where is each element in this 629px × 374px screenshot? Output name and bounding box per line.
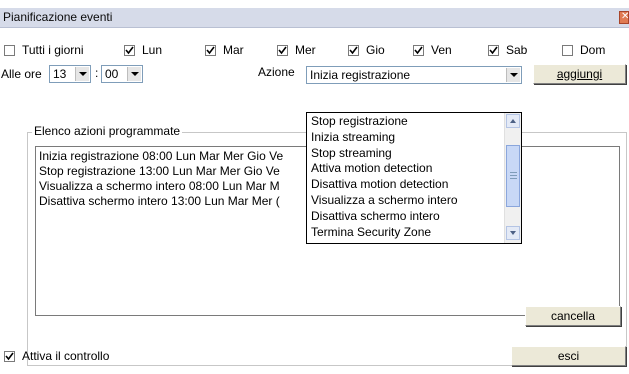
enable-control-label: Attiva il controllo [22, 349, 110, 363]
delete-button[interactable]: cancella [525, 306, 621, 326]
checkmark-icon [206, 46, 215, 55]
dropdown-option[interactable]: Disattiva motion detection [311, 177, 448, 191]
action-dropdown-arrow[interactable] [506, 68, 520, 82]
list-item[interactable]: Disattiva schermo intero 13:00 Lun Mar M… [39, 194, 280, 208]
close-icon: ✕ [621, 11, 629, 22]
dropdown-option[interactable]: Stop registrazione [311, 114, 408, 128]
dropdown-option[interactable]: Attiva motion detection [311, 161, 432, 175]
dropdown-scrollbar[interactable] [504, 113, 521, 243]
checkmark-icon [125, 46, 134, 55]
exit-button-label: esci [557, 349, 580, 363]
checkmark-icon [489, 46, 498, 55]
day-label: Gio [366, 43, 385, 57]
checkmark-icon [414, 46, 423, 55]
delete-button-label: cancella [550, 309, 596, 323]
chevron-down-icon [510, 231, 516, 235]
hour-select[interactable]: 13 [49, 65, 91, 83]
day-label: Ven [431, 43, 452, 57]
scroll-up-button[interactable] [506, 114, 520, 128]
day-label: Dom [580, 43, 606, 57]
enable-control-checkbox[interactable] [4, 351, 15, 362]
close-button[interactable]: ✕ [619, 11, 629, 24]
dropdown-option[interactable]: Stop streaming [311, 146, 392, 160]
day-checkbox[interactable] [413, 45, 424, 56]
day-checkbox[interactable] [488, 45, 499, 56]
action-selected-value: Inizia registrazione [310, 68, 411, 82]
checkmark-icon [349, 46, 358, 55]
chevron-up-icon [510, 119, 516, 123]
day-label: Lun [142, 43, 163, 57]
hour-dropdown-arrow[interactable] [75, 67, 89, 81]
minute-select[interactable]: 00 [101, 65, 143, 83]
hour-value: 13 [53, 67, 67, 81]
action-dropdown-list[interactable]: Stop registrazione Inizia streaming Stop s… [306, 112, 522, 244]
checkmark-icon [278, 46, 287, 55]
dropdown-option[interactable]: Disattiva schermo intero [311, 209, 440, 223]
scroll-down-button[interactable] [506, 226, 520, 240]
dropdown-option[interactable]: Termina Security Zone [311, 225, 431, 239]
day-label: Mer [295, 43, 316, 57]
scroll-thumb[interactable] [506, 145, 520, 207]
day-label: Mar [223, 43, 244, 57]
chevron-down-icon [79, 72, 87, 76]
add-button-label: aggiungi [556, 67, 603, 81]
action-select[interactable]: Inizia registrazione [306, 66, 522, 84]
checkmark-icon [5, 352, 14, 361]
time-separator: : [95, 66, 99, 80]
dropdown-option[interactable]: Visualizza a schermo intero [311, 193, 458, 207]
add-button[interactable]: aggiungi [533, 64, 626, 84]
day-label: Tutti i giorni [22, 43, 84, 57]
day-checkbox[interactable] [562, 45, 573, 56]
day-checkbox[interactable] [277, 45, 288, 56]
chevron-down-icon [131, 72, 139, 76]
dropdown-option[interactable]: Inizia streaming [311, 130, 395, 144]
dialog-body: Tutti i giorni Lun Mar Mer Gio Ven Sab Dom Alle… [0, 28, 629, 374]
day-checkbox[interactable] [348, 45, 359, 56]
time-label: Alle ore [1, 67, 42, 81]
action-label: Azione [258, 65, 295, 79]
chevron-down-icon [510, 73, 518, 77]
top-strip [0, 0, 629, 8]
list-item[interactable]: Visualizza a schermo intero 08:00 Lun Ma… [39, 179, 280, 193]
day-checkbox[interactable] [205, 45, 216, 56]
day-label: Sab [506, 43, 528, 57]
day-checkbox[interactable] [4, 45, 15, 56]
day-checkbox[interactable] [124, 45, 135, 56]
window-title: Pianificazione eventi [3, 10, 113, 24]
scheduled-legend: Elenco azioni programmate [32, 124, 183, 138]
minute-dropdown-arrow[interactable] [127, 67, 141, 81]
minute-value: 00 [105, 67, 119, 81]
exit-button[interactable]: esci [511, 346, 626, 366]
list-item[interactable]: Inizia registrazione 08:00 Lun Mar Mer G… [39, 149, 283, 163]
list-item[interactable]: Stop registrazione 13:00 Lun Mar Mer Gio… [39, 164, 280, 178]
